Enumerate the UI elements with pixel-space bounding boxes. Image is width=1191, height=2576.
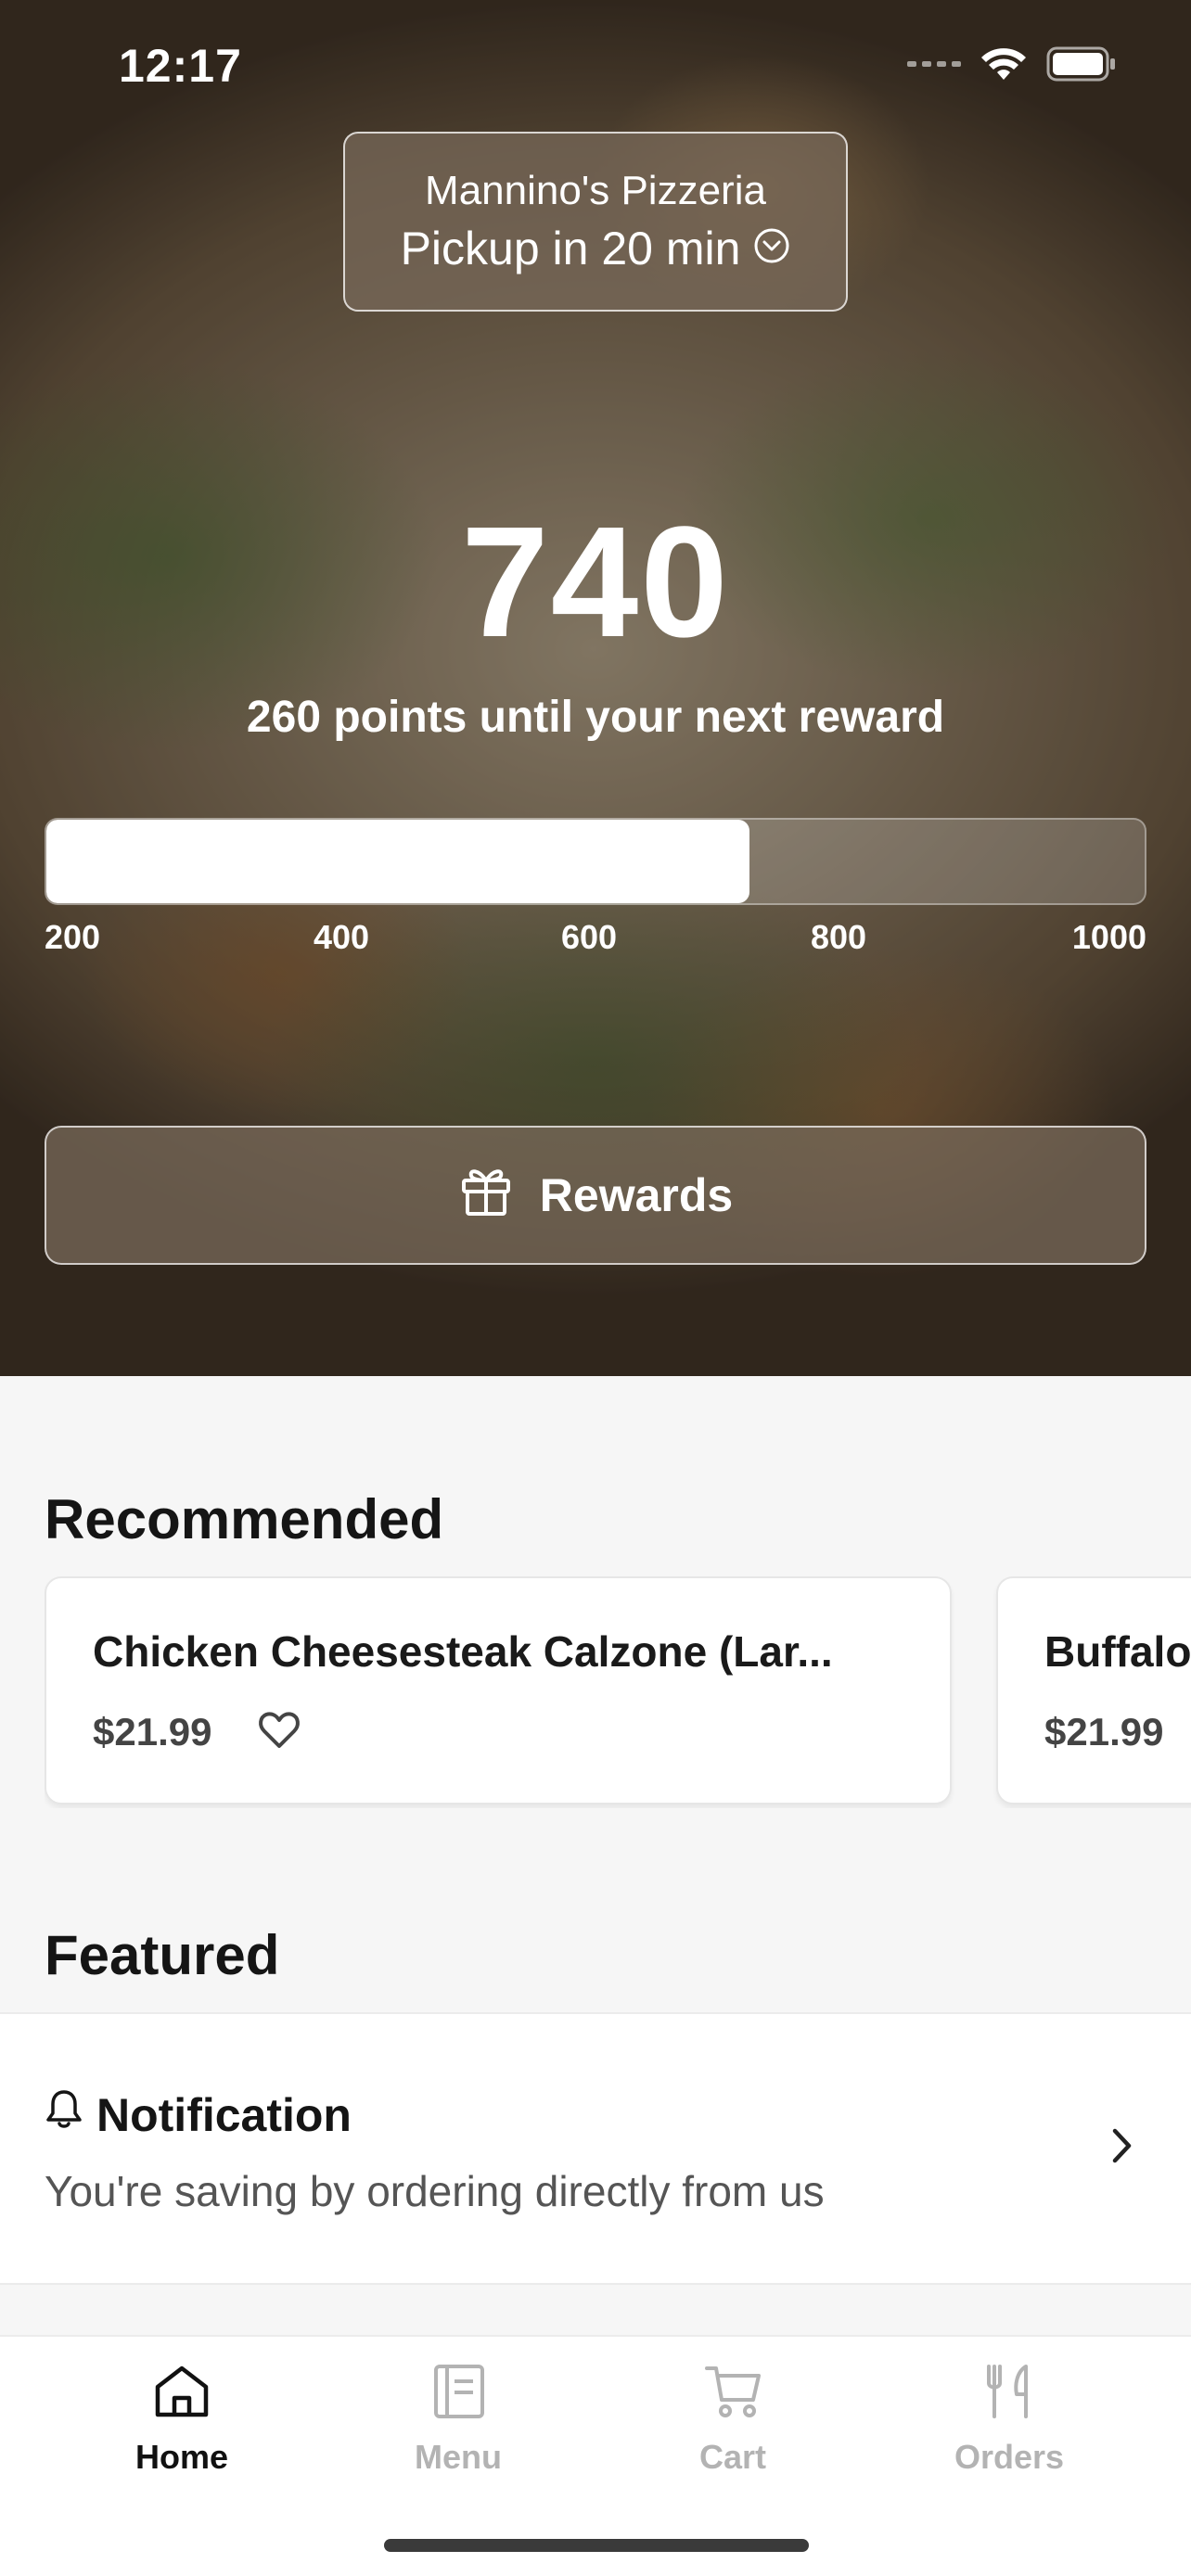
progress-tick: 800 [811, 918, 867, 956]
recommended-carousel[interactable]: Chicken Cheesesteak Calzone (Lar... $21.… [45, 1576, 1191, 1808]
heart-icon[interactable] [258, 1711, 301, 1754]
progress-tick: 600 [561, 918, 618, 956]
points-caption: 260 points until your next reward [246, 693, 945, 742]
rewards-label: Rewards [539, 1169, 734, 1221]
tab-orders[interactable]: Orders [916, 2363, 1102, 2520]
recommended-card[interactable]: Buffalo $21.99 [996, 1576, 1191, 1804]
chevron-down-icon [753, 222, 790, 275]
progress-tick: 400 [314, 918, 370, 956]
bell-icon [45, 2088, 83, 2142]
hero-banner: 12:17 Mannino's Pizzeria Pickup in 20 mi… [0, 0, 1191, 1376]
item-price: $21.99 [93, 1710, 212, 1753]
status-time: 12:17 [119, 40, 242, 92]
points-progress-bar [45, 818, 1146, 905]
chevron-right-icon [1108, 2125, 1135, 2171]
menu-icon [429, 2363, 488, 2425]
tab-menu[interactable]: Menu [365, 2363, 551, 2520]
progress-tick: 1000 [1071, 918, 1146, 956]
recommended-heading: Recommended [45, 1488, 444, 1550]
store-name: Mannino's Pizzeria [425, 168, 766, 213]
battery-icon [1046, 46, 1117, 82]
notification-body: You're saving by ordering directly from … [45, 2167, 825, 2215]
wifi-icon [980, 46, 1028, 82]
rewards-button[interactable]: Rewards [45, 1126, 1146, 1265]
points-balance: 740 [461, 494, 730, 670]
tab-label: Menu [415, 2438, 502, 2476]
item-price: $21.99 [1044, 1710, 1164, 1753]
status-bar: 12:17 [0, 0, 1191, 130]
notification-title: Notification [96, 2089, 352, 2141]
home-indicator [384, 2539, 809, 2552]
tab-label: Orders [954, 2438, 1065, 2476]
orders-icon [980, 2363, 1039, 2425]
tab-label: Home [134, 2438, 229, 2476]
store-selector[interactable]: Mannino's Pizzeria Pickup in 20 min [343, 132, 848, 312]
featured-heading: Featured [45, 1924, 280, 1986]
item-name: Buffalo [1044, 1627, 1191, 1676]
gift-icon [458, 1162, 514, 1229]
notification-card[interactable]: Notification You're saving by ordering d… [0, 2012, 1191, 2285]
progress-ticks: 200 400 600 800 1000 [45, 918, 1146, 964]
tab-home[interactable]: Home [89, 2363, 275, 2520]
cellular-signal-icon [907, 61, 961, 67]
tab-cart[interactable]: Cart [640, 2363, 826, 2520]
recommended-card[interactable]: Chicken Cheesesteak Calzone (Lar... $21.… [45, 1576, 952, 1804]
home-icon [152, 2363, 211, 2425]
tab-label: Cart [698, 2438, 767, 2476]
pickup-time: Pickup in 20 min [400, 223, 741, 274]
progress-tick: 200 [45, 918, 101, 956]
cart-icon [703, 2363, 762, 2425]
points-progress-fill [46, 820, 749, 903]
item-name: Chicken Cheesesteak Calzone (Lar... [93, 1627, 833, 1676]
